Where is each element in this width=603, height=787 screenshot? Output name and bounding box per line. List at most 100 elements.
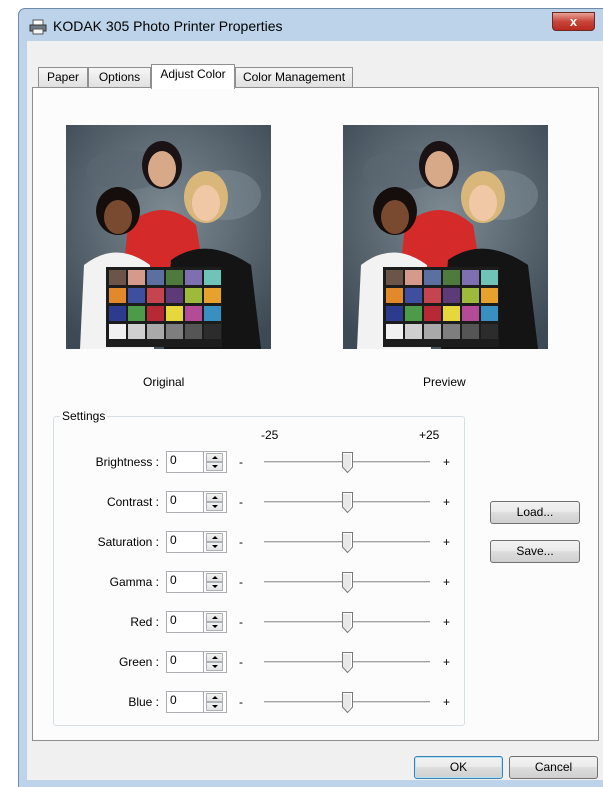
slider-thumb[interactable] bbox=[342, 572, 353, 593]
spin-up-button[interactable] bbox=[206, 573, 223, 582]
minus-label: - bbox=[239, 575, 243, 589]
close-button[interactable]: x bbox=[552, 12, 595, 31]
spin-buttons bbox=[204, 531, 227, 553]
settings-label: Settings bbox=[60, 409, 108, 423]
spin-down-button[interactable] bbox=[206, 702, 223, 711]
value-input[interactable]: 0 bbox=[166, 531, 204, 553]
preview-image bbox=[343, 125, 548, 349]
spin-down-button[interactable] bbox=[206, 502, 223, 511]
tab-paper[interactable]: Paper bbox=[38, 67, 88, 88]
ok-button[interactable]: OK bbox=[414, 756, 503, 779]
arrow-up-icon bbox=[212, 576, 218, 579]
spin-down-button[interactable] bbox=[206, 662, 223, 671]
spin-down-button[interactable] bbox=[206, 582, 223, 591]
original-image bbox=[66, 125, 271, 349]
slider-thumb[interactable] bbox=[342, 612, 353, 633]
plus-label: + bbox=[443, 455, 451, 469]
window-title: KODAK 305 Photo Printer Properties bbox=[53, 18, 283, 34]
setting-label: Blue : bbox=[128, 695, 159, 709]
value-spinner[interactable]: 0 bbox=[166, 611, 227, 633]
original-photo bbox=[66, 125, 271, 349]
spin-down-button[interactable] bbox=[206, 542, 223, 551]
arrow-up-icon bbox=[212, 456, 218, 459]
slider-thumb[interactable] bbox=[342, 652, 353, 673]
plus-label: + bbox=[443, 535, 451, 549]
arrow-down-icon bbox=[212, 625, 218, 628]
spin-buttons bbox=[204, 691, 227, 713]
value-spinner[interactable]: 0 bbox=[166, 451, 227, 473]
scale-max-label: +25 bbox=[419, 428, 440, 442]
spin-buttons bbox=[204, 571, 227, 593]
arrow-up-icon bbox=[212, 616, 218, 619]
setting-label: Green : bbox=[118, 655, 159, 669]
minus-label: - bbox=[239, 455, 243, 469]
arrow-down-icon bbox=[212, 505, 218, 508]
spin-up-button[interactable] bbox=[206, 613, 223, 622]
arrow-up-icon bbox=[212, 656, 218, 659]
minus-label: - bbox=[239, 535, 243, 549]
setting-label: Gamma : bbox=[109, 575, 159, 589]
slider-thumb[interactable] bbox=[342, 692, 353, 713]
save-button[interactable]: Save... bbox=[490, 540, 580, 563]
arrow-up-icon bbox=[212, 496, 218, 499]
spin-up-button[interactable] bbox=[206, 653, 223, 662]
arrow-down-icon bbox=[212, 705, 218, 708]
value-spinner[interactable]: 0 bbox=[166, 491, 227, 513]
value-spinner[interactable]: 0 bbox=[166, 691, 227, 713]
spin-up-button[interactable] bbox=[206, 493, 223, 502]
spin-down-button[interactable] bbox=[206, 462, 223, 471]
value-input[interactable]: 0 bbox=[166, 611, 204, 633]
value-input[interactable]: 0 bbox=[166, 571, 204, 593]
arrow-up-icon bbox=[212, 536, 218, 539]
arrow-down-icon bbox=[212, 585, 218, 588]
load-button[interactable]: Load... bbox=[490, 501, 580, 524]
spin-up-button[interactable] bbox=[206, 693, 223, 702]
spin-buttons bbox=[204, 651, 227, 673]
value-input[interactable]: 0 bbox=[166, 451, 204, 473]
original-caption: Original bbox=[143, 375, 185, 389]
spin-down-button[interactable] bbox=[206, 622, 223, 631]
preview-photo bbox=[343, 125, 548, 349]
plus-label: + bbox=[443, 575, 451, 589]
setting-label: Red : bbox=[130, 615, 159, 629]
plus-label: + bbox=[443, 615, 451, 629]
minus-label: - bbox=[239, 495, 243, 509]
plus-label: + bbox=[443, 695, 451, 709]
slider-thumb[interactable] bbox=[342, 532, 353, 553]
arrow-down-icon bbox=[212, 665, 218, 668]
value-spinner[interactable]: 0 bbox=[166, 531, 227, 553]
value-spinner[interactable]: 0 bbox=[166, 571, 227, 593]
title-bar[interactable]: KODAK 305 Photo Printer Properties x bbox=[19, 9, 603, 43]
setting-label: Brightness : bbox=[95, 455, 159, 469]
arrow-down-icon bbox=[212, 465, 218, 468]
arrow-down-icon bbox=[212, 545, 218, 548]
arrow-up-icon bbox=[212, 696, 218, 699]
setting-label: Contrast : bbox=[106, 495, 159, 509]
spin-up-button[interactable] bbox=[206, 533, 223, 542]
close-icon: x bbox=[569, 14, 578, 29]
plus-label: + bbox=[443, 495, 451, 509]
cancel-button[interactable]: Cancel bbox=[509, 756, 598, 779]
tab-options[interactable]: Options bbox=[88, 67, 151, 88]
tab-adjust-color[interactable]: Adjust Color bbox=[151, 64, 235, 89]
dialog-client: Paper Options Adjust Color Color Managem… bbox=[27, 41, 603, 780]
spin-buttons bbox=[204, 611, 227, 633]
plus-label: + bbox=[443, 655, 451, 669]
minus-label: - bbox=[239, 655, 243, 669]
minus-label: - bbox=[239, 695, 243, 709]
value-input[interactable]: 0 bbox=[166, 491, 204, 513]
properties-window: KODAK 305 Photo Printer Properties x Pap… bbox=[18, 8, 603, 787]
scale-min-label: -25 bbox=[261, 428, 279, 442]
value-spinner[interactable]: 0 bbox=[166, 651, 227, 673]
slider-thumb[interactable] bbox=[342, 452, 353, 473]
spin-buttons bbox=[204, 491, 227, 513]
value-input[interactable]: 0 bbox=[166, 691, 204, 713]
value-input[interactable]: 0 bbox=[166, 651, 204, 673]
preview-caption: Preview bbox=[423, 375, 466, 389]
tab-color-management[interactable]: Color Management bbox=[235, 67, 353, 88]
minus-label: - bbox=[239, 615, 243, 629]
setting-label: Saturation : bbox=[97, 535, 159, 549]
printer-icon bbox=[29, 19, 47, 35]
slider-thumb[interactable] bbox=[342, 492, 353, 513]
spin-up-button[interactable] bbox=[206, 453, 223, 462]
